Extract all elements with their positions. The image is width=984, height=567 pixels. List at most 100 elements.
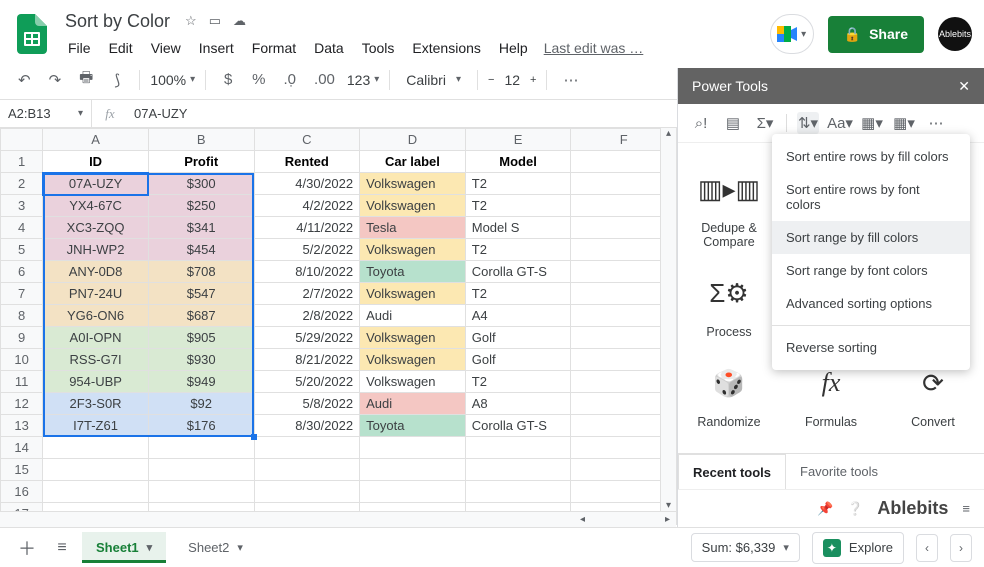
cell[interactable]: $905	[148, 327, 254, 349]
cell[interactable]: $454	[148, 239, 254, 261]
menu-edit[interactable]: Edit	[101, 36, 141, 60]
show-side-panel[interactable]: ›	[950, 534, 972, 562]
cell[interactable]	[465, 481, 571, 503]
menu-format[interactable]: Format	[244, 36, 304, 60]
row-header[interactable]: 15	[1, 459, 43, 481]
cell[interactable]: Model S	[465, 217, 571, 239]
cell[interactable]: Toyota	[360, 415, 466, 437]
redo-button[interactable]: ↷	[43, 67, 68, 93]
cell[interactable]: $687	[148, 305, 254, 327]
panel-menu-icon[interactable]: ≡	[962, 501, 970, 516]
cell[interactable]: $341	[148, 217, 254, 239]
cell[interactable]: T2	[465, 239, 571, 261]
row-header[interactable]: 8	[1, 305, 43, 327]
sheet-tab-2[interactable]: Sheet2▾	[174, 532, 257, 563]
cell[interactable]: T2	[465, 195, 571, 217]
cell[interactable]: Golf	[465, 327, 571, 349]
move-icon[interactable]: ▭	[209, 13, 221, 29]
row-header[interactable]: 6	[1, 261, 43, 283]
cell[interactable]: 2/8/2022	[254, 305, 360, 327]
cell[interactable]: JNH-WP2	[43, 239, 149, 261]
row-header[interactable]: 11	[1, 371, 43, 393]
cell[interactable]	[360, 481, 466, 503]
cell[interactable]: $708	[148, 261, 254, 283]
dd-sort-rows-font[interactable]: Sort entire rows by font colors	[772, 173, 970, 221]
cell[interactable]: Model	[465, 151, 571, 173]
horizontal-scrollbar[interactable]: ◂▸	[0, 511, 676, 527]
pt-search-icon[interactable]: ⌕!	[690, 112, 712, 134]
cell[interactable]: 07A-UZY	[43, 173, 149, 195]
row-header[interactable]: 4	[1, 217, 43, 239]
cell[interactable]: $930	[148, 349, 254, 371]
cell[interactable]: Corolla GT-S	[465, 261, 571, 283]
cell[interactable]	[465, 437, 571, 459]
col-header[interactable]: A	[43, 129, 149, 151]
help-icon[interactable]: ❔	[847, 501, 863, 517]
paint-format-button[interactable]: ⟆	[105, 67, 129, 93]
selection-handle[interactable]	[251, 434, 257, 440]
cell[interactable]: 954-UBP	[43, 371, 149, 393]
pt-sum-icon[interactable]: Σ▾	[754, 112, 776, 134]
print-button[interactable]: 🖶	[73, 63, 99, 96]
cell[interactable]: Volkswagen	[360, 327, 466, 349]
cell[interactable]: 5/29/2022	[254, 327, 360, 349]
cell[interactable]: 5/8/2022	[254, 393, 360, 415]
format-percent[interactable]: %	[246, 67, 271, 92]
cell[interactable]: PN7-24U	[43, 283, 149, 305]
cell[interactable]: T2	[465, 283, 571, 305]
menu-data[interactable]: Data	[306, 36, 352, 60]
cell[interactable]: Volkswagen	[360, 349, 466, 371]
dd-reverse-sorting[interactable]: Reverse sorting	[772, 331, 970, 364]
cell[interactable]: T2	[465, 173, 571, 195]
row-header[interactable]: 14	[1, 437, 43, 459]
star-icon[interactable]: ☆	[185, 13, 197, 29]
cell[interactable]: Corolla GT-S	[465, 415, 571, 437]
cell[interactable]: 4/30/2022	[254, 173, 360, 195]
cell[interactable]: A0I-OPN	[43, 327, 149, 349]
pt-grid-icon[interactable]: ▦▾	[861, 112, 883, 134]
cell[interactable]: Audi	[360, 393, 466, 415]
share-button[interactable]: 🔒 Share	[828, 16, 924, 53]
increase-decimal[interactable]: .00	[308, 67, 341, 92]
dd-sort-range-font[interactable]: Sort range by font colors	[772, 254, 970, 287]
row-header[interactable]: 9	[1, 327, 43, 349]
col-header[interactable]: B	[148, 129, 254, 151]
dd-sort-rows-fill[interactable]: Sort entire rows by fill colors	[772, 140, 970, 173]
cell[interactable]: Golf	[465, 349, 571, 371]
dd-advanced-sorting[interactable]: Advanced sorting options	[772, 287, 970, 320]
cell[interactable]: XC3-ZQQ	[43, 217, 149, 239]
cell[interactable]: 4/2/2022	[254, 195, 360, 217]
last-edit-link[interactable]: Last edit was …	[544, 40, 644, 56]
cell[interactable]: 2/7/2022	[254, 283, 360, 305]
cell[interactable]	[254, 437, 360, 459]
more-toolbar[interactable]: ⋯	[557, 67, 584, 93]
vertical-scrollbar[interactable]: ▴▾	[660, 128, 676, 511]
account-avatar[interactable]: Ablebits	[938, 17, 972, 51]
formula-bar[interactable]: 07A-UZY	[128, 106, 193, 121]
cell[interactable]: YG6-ON6	[43, 305, 149, 327]
sheets-app-icon[interactable]	[12, 14, 52, 54]
tool-process[interactable]: Σ⚙ Process	[678, 265, 780, 345]
spreadsheet-grid[interactable]: A B C D E F 1 ID Profit Rented Car label…	[0, 128, 677, 527]
cell[interactable]	[148, 481, 254, 503]
row-header[interactable]: 12	[1, 393, 43, 415]
cell[interactable]	[43, 459, 149, 481]
all-sheets-button[interactable]: ≡	[50, 535, 74, 561]
quicksum-pill[interactable]: Sum: $6,339▾	[691, 533, 800, 562]
tool-randomize[interactable]: 🎲 Randomize	[678, 355, 780, 435]
cell[interactable]: YX4-67C	[43, 195, 149, 217]
cell[interactable]: Volkswagen	[360, 283, 466, 305]
format-currency[interactable]: $	[216, 67, 240, 92]
decrease-decimal[interactable]: .0̣	[278, 67, 303, 92]
cell[interactable]	[43, 437, 149, 459]
cell[interactable]: 8/21/2022	[254, 349, 360, 371]
tab-recent-tools[interactable]: Recent tools	[678, 454, 786, 490]
name-box[interactable]: A2:B13▾	[0, 100, 92, 127]
row-header[interactable]: 2	[1, 173, 43, 195]
cell[interactable]: Volkswagen	[360, 173, 466, 195]
select-all-corner[interactable]	[1, 129, 43, 151]
cell[interactable]	[254, 481, 360, 503]
sheet-tab-1[interactable]: Sheet1▾	[82, 532, 166, 563]
pin-icon[interactable]: 📌	[817, 501, 833, 517]
close-icon[interactable]: ✕	[958, 78, 970, 95]
